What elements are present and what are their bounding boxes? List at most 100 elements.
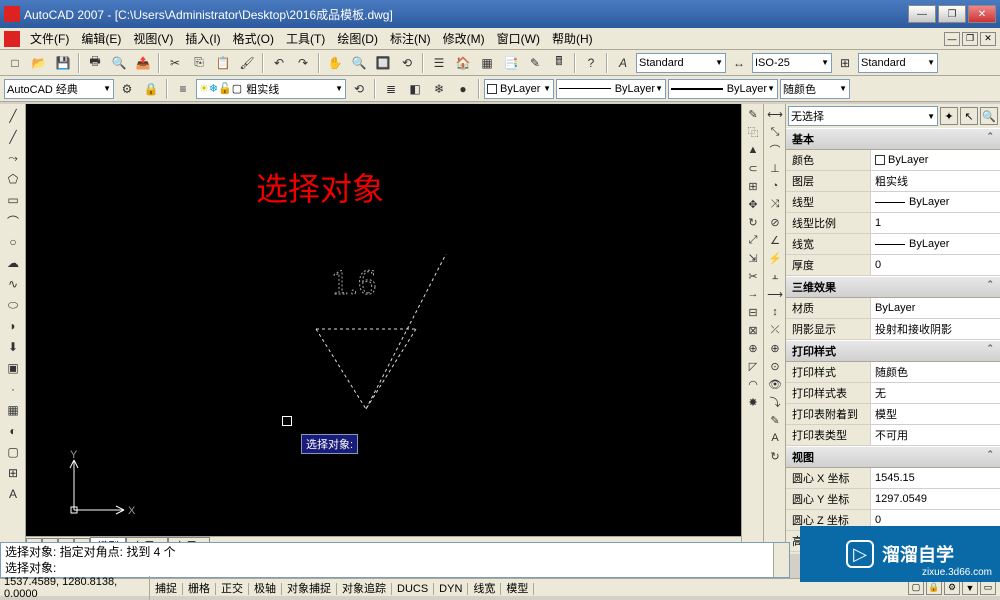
polyline-tool[interactable]: ⤳ <box>2 148 24 168</box>
props-row[interactable]: 打印表附着到模型 <box>786 404 1000 425</box>
color-combo[interactable]: ByLayer▼ <box>484 79 554 99</box>
point-tool[interactable]: · <box>2 379 24 399</box>
dimstyle-combo[interactable]: ISO-25▼ <box>752 53 832 73</box>
publish-button[interactable]: 📤 <box>132 52 154 74</box>
properties-button[interactable]: ☰ <box>428 52 450 74</box>
extend-tool[interactable]: → <box>743 285 763 303</box>
copy-tool[interactable]: ⿻ <box>743 123 763 141</box>
doc-close-button[interactable]: ✕ <box>980 32 996 46</box>
props-value[interactable]: 1545.15 <box>871 468 1000 488</box>
xline-tool[interactable]: ╱ <box>2 127 24 147</box>
textstyle-combo[interactable]: Standard▼ <box>636 53 726 73</box>
status-mode-栅格[interactable]: 栅格 <box>183 583 216 595</box>
menu-help[interactable]: 帮助(H) <box>546 28 599 49</box>
dim-space-tool[interactable]: ↕ <box>765 303 785 321</box>
explode-tool[interactable]: ✸ <box>743 393 763 411</box>
rotate-tool[interactable]: ↻ <box>743 213 763 231</box>
props-value[interactable]: 0 <box>871 255 1000 275</box>
paste-button[interactable]: 📋 <box>212 52 234 74</box>
sheetset-button[interactable]: 📑 <box>500 52 522 74</box>
region-tool[interactable]: ▢ <box>2 442 24 462</box>
menu-edit[interactable]: 编辑(E) <box>75 28 127 49</box>
chamfer-tool[interactable]: ◸ <box>743 357 763 375</box>
break-point-tool[interactable]: ⊟ <box>743 303 763 321</box>
props-value[interactable]: 随颜色 <box>871 362 1000 382</box>
dim-continue-tool[interactable]: ⟶ <box>765 285 785 303</box>
props-row[interactable]: 图层粗实线 <box>786 171 1000 192</box>
layer-off-button[interactable]: ● <box>452 78 474 100</box>
break-tool[interactable]: ⊠ <box>743 321 763 339</box>
workspace-combo[interactable]: AutoCAD 经典▼ <box>4 79 114 99</box>
dim-baseline-tool[interactable]: ⫠ <box>765 267 785 285</box>
tablestyle-combo[interactable]: Standard▼ <box>858 53 938 73</box>
props-category[interactable]: 打印样式⌃ <box>786 340 1000 362</box>
cut-button[interactable]: ✂ <box>164 52 186 74</box>
preview-button[interactable]: 🔍 <box>108 52 130 74</box>
circle-tool[interactable]: ○ <box>2 232 24 252</box>
dim-jogline-tool[interactable]: ⤵ <box>765 393 785 411</box>
new-button[interactable]: □ <box>4 52 26 74</box>
save-button[interactable]: 💾 <box>52 52 74 74</box>
props-row[interactable]: 材质ByLayer <box>786 298 1000 319</box>
ellipse-tool[interactable]: ⬭ <box>2 295 24 315</box>
dim-break-tool[interactable]: ⤫ <box>765 321 785 339</box>
status-mode-对象捕捉[interactable]: 对象捕捉 <box>282 583 337 595</box>
props-row[interactable]: 打印样式随颜色 <box>786 362 1000 383</box>
linetype-combo[interactable]: ByLayer▼ <box>556 79 666 99</box>
props-value[interactable]: ByLayer <box>871 192 1000 212</box>
menu-view[interactable]: 视图(V) <box>127 28 179 49</box>
props-row[interactable]: 打印样式表无 <box>786 383 1000 404</box>
props-row[interactable]: 厚度0 <box>786 255 1000 276</box>
props-value[interactable]: 粗实线 <box>871 171 1000 191</box>
dim-tedit-tool[interactable]: A <box>765 429 785 447</box>
arc-tool[interactable]: ⌒ <box>2 211 24 231</box>
make-block-tool[interactable]: ▣ <box>2 358 24 378</box>
hatch-tool[interactable]: ▦ <box>2 400 24 420</box>
doc-restore-button[interactable]: ❐ <box>962 32 978 46</box>
move-tool[interactable]: ✥ <box>743 195 763 213</box>
textstyle-icon[interactable]: A <box>612 52 634 74</box>
copy-button[interactable]: ⎘ <box>188 52 210 74</box>
redo-button[interactable]: ↷ <box>292 52 314 74</box>
insert-block-tool[interactable]: ⬇ <box>2 337 24 357</box>
model-space-button[interactable]: ▢ <box>908 581 924 595</box>
lock-ui-button[interactable]: 🔒 <box>926 581 942 595</box>
gradient-tool[interactable]: ◐ <box>2 421 24 441</box>
dim-ordinate-tool[interactable]: ⊥ <box>765 159 785 177</box>
props-category[interactable]: 三维效果⌃ <box>786 276 1000 298</box>
status-mode-极轴[interactable]: 极轴 <box>249 583 282 595</box>
table-tool[interactable]: ⊞ <box>2 463 24 483</box>
layer-freeze-button[interactable]: ❄ <box>428 78 450 100</box>
pickadd-button[interactable]: ✦ <box>940 107 958 125</box>
dimstyle-icon[interactable]: ↔ <box>728 52 750 74</box>
rectangle-tool[interactable]: ▭ <box>2 190 24 210</box>
command-line[interactable]: 选择对象: 指定对角点: 找到 4 个 选择对象: <box>0 542 790 578</box>
quick-select-button[interactable]: 🔍 <box>980 107 998 125</box>
dim-arc-tool[interactable]: ⌒ <box>765 141 785 159</box>
spline-tool[interactable]: ∿ <box>2 274 24 294</box>
props-value[interactable]: ByLayer <box>871 298 1000 318</box>
layer-iso-button[interactable]: ◧ <box>404 78 426 100</box>
drawing-canvas[interactable]: 选择对象 1.6 选择对象: Y X ⏮ ◀ ▶ ⏭ 模型 布局1 布局2 <box>26 104 741 554</box>
dim-inspect-tool[interactable]: 👁 <box>765 375 785 393</box>
dim-jogged-tool[interactable]: ⤨ <box>765 195 785 213</box>
status-mode-对象追踪[interactable]: 对象追踪 <box>337 583 392 595</box>
menu-dimension[interactable]: 标注(N) <box>384 28 437 49</box>
menu-draw[interactable]: 绘图(D) <box>331 28 384 49</box>
polygon-tool[interactable]: ⬠ <box>2 169 24 189</box>
status-mode-DUCS[interactable]: DUCS <box>392 583 434 595</box>
ellipse-arc-tool[interactable]: ◗ <box>2 316 24 336</box>
menu-modify[interactable]: 修改(M) <box>437 28 491 49</box>
status-mode-线宽[interactable]: 线宽 <box>468 583 501 595</box>
dim-radius-tool[interactable]: ◔ <box>765 177 785 195</box>
layer-states-button[interactable]: ≣ <box>380 78 402 100</box>
erase-tool[interactable]: ✎ <box>743 105 763 123</box>
dim-linear-tool[interactable]: ⟷ <box>765 105 785 123</box>
dim-diameter-tool[interactable]: ⊘ <box>765 213 785 231</box>
dim-quick-tool[interactable]: ⚡ <box>765 249 785 267</box>
calc-button[interactable]: 🖩 <box>548 52 570 74</box>
stretch-tool[interactable]: ⇲ <box>743 249 763 267</box>
layer-prev-button[interactable]: ⟲ <box>348 78 370 100</box>
menu-format[interactable]: 格式(O) <box>227 28 280 49</box>
scale-tool[interactable]: ⤢ <box>743 231 763 249</box>
